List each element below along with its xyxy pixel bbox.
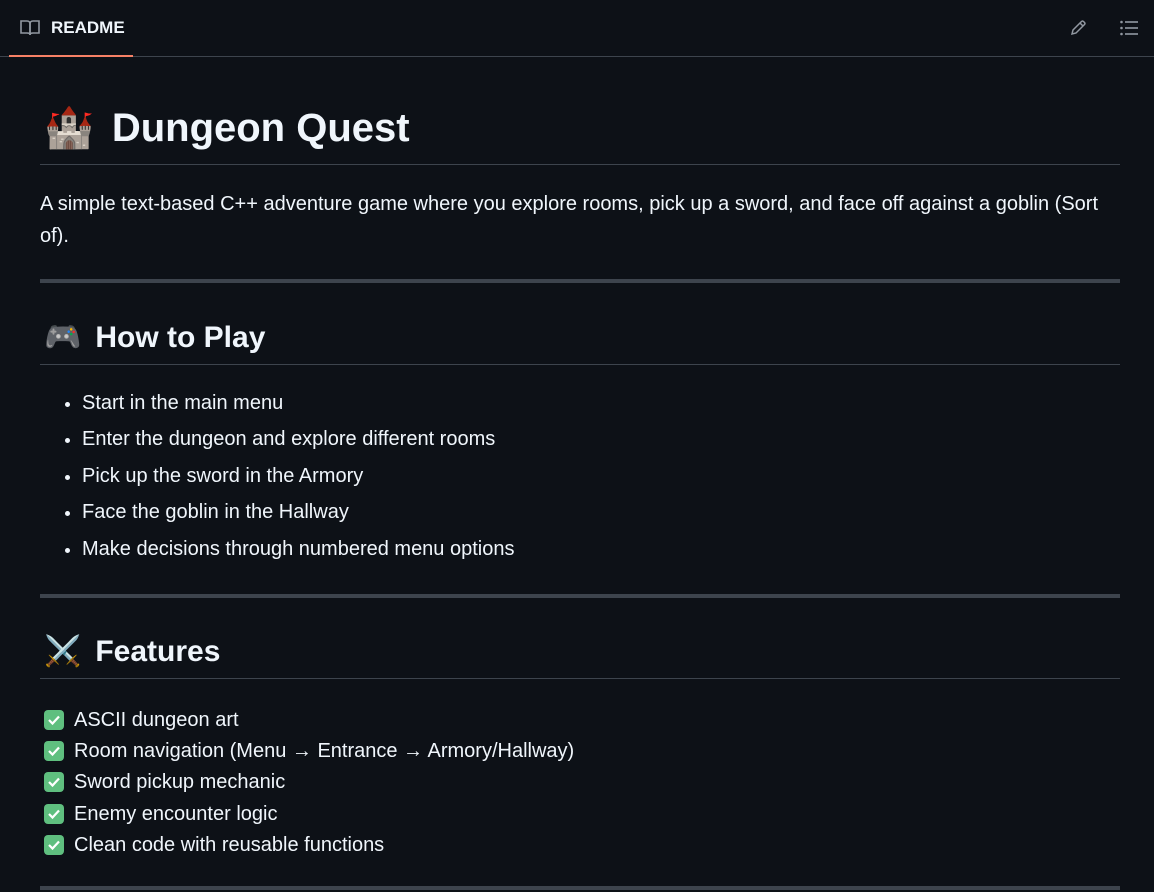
crossed-swords-icon: ⚔️ — [44, 635, 82, 668]
list-icon — [1120, 20, 1138, 36]
check-mark-icon — [44, 772, 64, 793]
feature-text: Sword pickup mechanic — [74, 771, 286, 794]
list-item: ASCII dungeon art — [44, 704, 574, 735]
check-mark-icon — [44, 803, 64, 824]
list-item: Start in the main menu — [82, 388, 514, 424]
intro-paragraph: A simple text-based C++ adventure game w… — [40, 193, 1098, 247]
list-item: Enter the dungeon and explore different … — [82, 424, 514, 460]
divider — [40, 886, 1120, 890]
list-item: Face the goblin in the Hallway — [82, 497, 514, 533]
list-item: Room navigation (Menu → Entrance → Armor… — [44, 735, 574, 766]
feature-text: Clean code with reusable functions — [74, 833, 385, 856]
divider — [40, 279, 1120, 283]
heading-features-text: Features — [95, 635, 221, 668]
game-controller-icon: 🎮 — [44, 321, 82, 354]
castle-icon: 🏰 — [44, 106, 94, 150]
readme-tabbar: README — [0, 0, 1154, 57]
heading-features: ⚔️ Features — [40, 634, 1120, 679]
divider — [40, 594, 1120, 598]
list-item: Clean code with reusable functions — [44, 829, 574, 860]
list-item: Pick up the sword in the Armory — [82, 461, 514, 497]
list-item: Sword pickup mechanic — [44, 767, 574, 798]
page-title: 🏰 Dungeon Quest — [40, 104, 1120, 165]
tab-readme-label: README — [51, 17, 125, 37]
heading-how-to-play: 🎮 How to Play — [40, 320, 1120, 365]
pencil-icon — [1070, 20, 1086, 36]
check-mark-icon — [44, 740, 64, 761]
edit-button[interactable] — [1066, 16, 1090, 40]
check-mark-icon — [44, 834, 64, 855]
list-item: Enemy encounter logic — [44, 798, 574, 829]
how-to-play-list: Start in the main menu Enter the dungeon… — [40, 388, 514, 570]
tab-readme[interactable]: README — [9, 0, 133, 57]
features-list: ASCII dungeon art Room navigation (Menu … — [44, 704, 574, 860]
list-item: Make decisions through numbered menu opt… — [82, 534, 514, 570]
feature-text: ASCII dungeon art — [74, 708, 239, 731]
book-icon — [20, 19, 40, 35]
feature-text: Room navigation (Menu → Entrance → Armor… — [74, 739, 575, 762]
feature-text: Enemy encounter logic — [74, 802, 278, 825]
check-mark-icon — [44, 709, 64, 730]
heading-how-to-play-text: How to Play — [95, 321, 266, 354]
table-of-contents-button[interactable] — [1117, 16, 1141, 40]
title-text: Dungeon Quest — [111, 106, 410, 150]
